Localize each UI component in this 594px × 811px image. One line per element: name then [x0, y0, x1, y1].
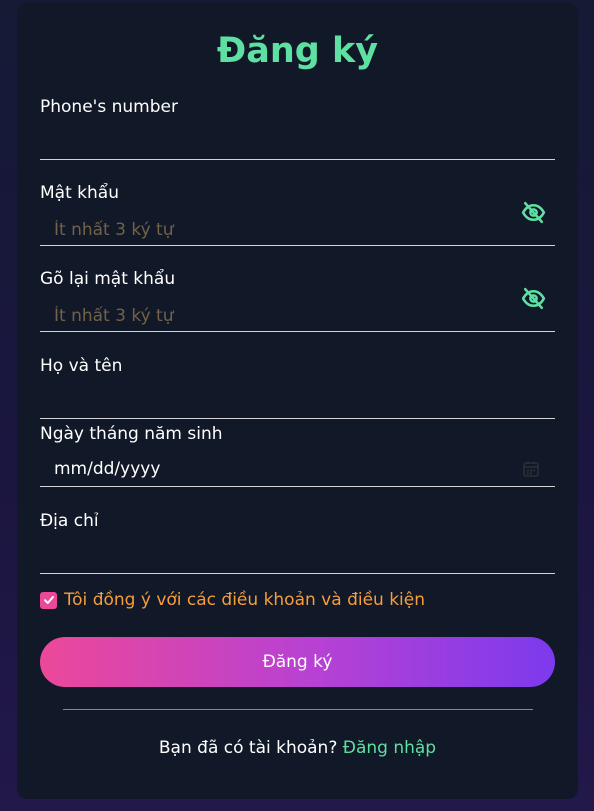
eye-slash-icon[interactable] — [521, 200, 546, 225]
register-card: Đăng ký Phone's number Mật khẩu Gõ lại m… — [17, 3, 578, 799]
terms-agreement: Tôi đồng ý với các điều khoản và điều ki… — [40, 589, 425, 611]
page-title: Đăng ký — [216, 31, 379, 71]
confirm-password-field: Gõ lại mật khẩu — [40, 269, 555, 333]
calendar-icon[interactable] — [522, 460, 540, 478]
full-name-label: Họ và tên — [40, 356, 123, 376]
address-label: Địa chỉ — [40, 511, 99, 531]
terms-label: Tôi đồng ý với các điều khoản và điều ki… — [64, 590, 426, 610]
divider — [63, 709, 533, 710]
login-prompt: Bạn đã có tài khoản? — [158, 738, 338, 758]
login-link[interactable]: Đăng nhập — [343, 738, 436, 758]
register-button[interactable]: Đăng ký — [40, 637, 555, 687]
login-prompt-row: Bạn đã có tài khoản? Đăng nhập — [17, 737, 578, 759]
confirm-password-input[interactable] — [40, 300, 555, 332]
eye-slash-icon[interactable] — [521, 286, 546, 311]
full-name-field: Họ và tên — [40, 356, 555, 420]
address-input[interactable] — [40, 542, 555, 574]
address-field: Địa chỉ — [40, 511, 555, 575]
terms-checkbox[interactable] — [40, 591, 57, 609]
checkmark-icon — [43, 596, 54, 604]
password-label: Mật khẩu — [40, 183, 119, 203]
password-field: Mật khẩu — [40, 183, 555, 247]
phone-field: Phone's number — [40, 97, 555, 161]
birthdate-input[interactable]: mm/dd/yyyy — [40, 455, 555, 487]
confirm-password-label: Gõ lại mật khẩu — [40, 269, 176, 289]
password-input[interactable] — [40, 214, 555, 246]
birthdate-field: Ngày tháng năm sinh mm/dd/yyyy — [40, 424, 555, 488]
birthdate-label: Ngày tháng năm sinh — [40, 424, 223, 444]
full-name-input[interactable] — [40, 387, 555, 419]
birthdate-value: mm/dd/yyyy — [54, 459, 161, 479]
phone-label: Phone's number — [40, 97, 178, 117]
phone-input[interactable] — [40, 128, 555, 160]
